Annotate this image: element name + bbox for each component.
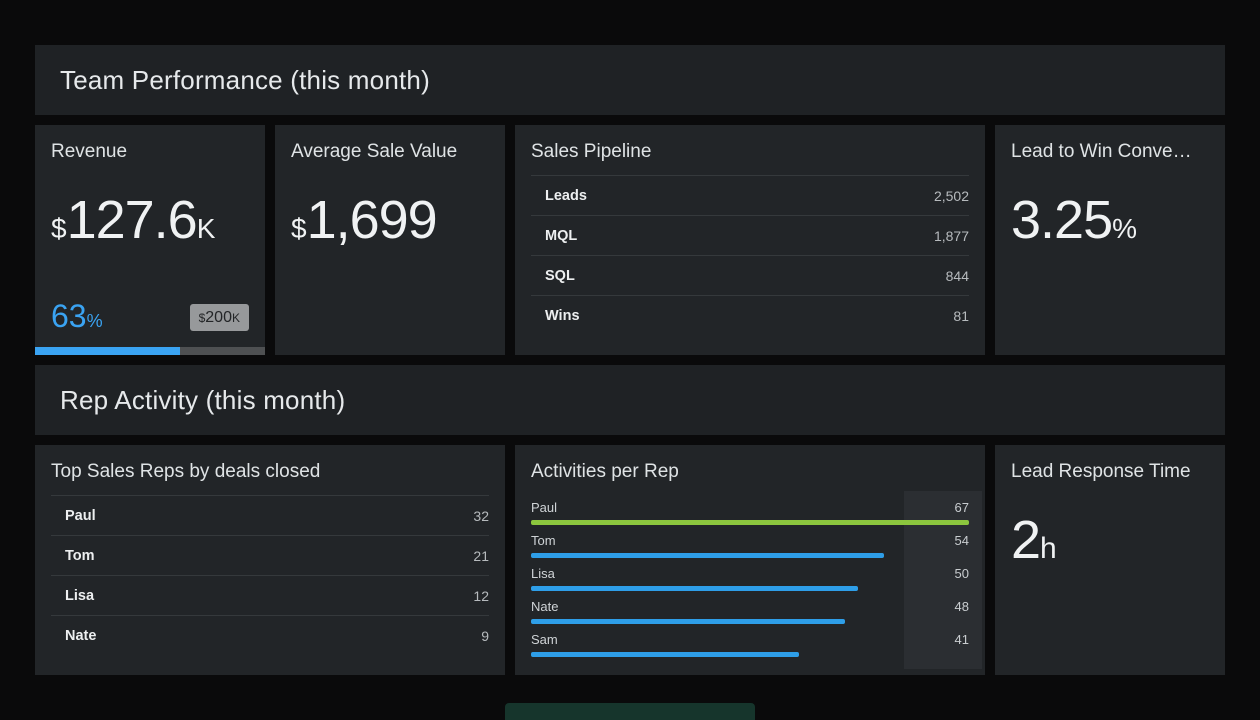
activity-rep-label: Sam — [531, 632, 558, 647]
card-average-sale-value: Average Sale Value $1,699 — [275, 125, 505, 355]
rep-name: Paul — [65, 508, 96, 524]
activity-row-paul: Paul 67 — [531, 500, 969, 525]
card-lead-response-time: Lead Response Time 2h — [995, 445, 1225, 675]
pipeline-stage-label: Leads — [545, 188, 587, 204]
lead-to-win-card-title: Lead to Win Conve… — [1011, 141, 1209, 163]
average-sale-card-title: Average Sale Value — [291, 141, 489, 163]
activity-row-head: Tom 54 — [531, 533, 969, 548]
rep-deals-value: 9 — [481, 628, 489, 644]
sales-pipeline-card-title: Sales Pipeline — [531, 141, 969, 163]
revenue-value: 127.6 — [67, 190, 197, 250]
revenue-suffix: K — [197, 213, 216, 244]
card-top-sales-reps: Top Sales Reps by deals closed Paul 32 T… — [35, 445, 505, 675]
activity-rep-value: 50 — [955, 566, 969, 581]
activity-rep-label: Tom — [531, 533, 556, 548]
average-sale-big-number: $1,699 — [291, 189, 489, 251]
pipeline-stage-label: SQL — [545, 268, 575, 284]
section-title-rep-activity: Rep Activity (this month) — [60, 385, 345, 416]
pipeline-row-mql: MQL 1,877 — [531, 216, 969, 256]
activity-rep-label: Paul — [531, 500, 557, 515]
rep-name: Lisa — [65, 588, 94, 604]
top-reps-card-title: Top Sales Reps by deals closed — [51, 461, 489, 483]
revenue-card-title: Revenue — [51, 141, 249, 163]
top-reps-list: Paul 32 Tom 21 Lisa 12 Nate 9 — [51, 495, 489, 656]
pipeline-stage-value: 844 — [946, 268, 969, 284]
activity-row-lisa: Lisa 50 — [531, 566, 969, 591]
goal-suffix: K — [232, 311, 240, 325]
pipeline-row-wins: Wins 81 — [531, 296, 969, 336]
goal-value: 200 — [205, 309, 232, 326]
revenue-big-number: $127.6K — [51, 189, 249, 251]
activity-row-head: Sam 41 — [531, 632, 969, 647]
average-sale-value: 1,699 — [307, 190, 437, 250]
lead-to-win-suffix: % — [1112, 213, 1137, 244]
dashboard: Team Performance (this month) Revenue $1… — [35, 45, 1225, 685]
activity-rep-value: 67 — [955, 500, 969, 515]
rep-deals-value: 21 — [473, 548, 489, 564]
rep-name: Nate — [65, 628, 96, 644]
lead-response-card-title: Lead Response Time — [1011, 461, 1209, 483]
activity-rep-label: Nate — [531, 599, 558, 614]
revenue-percent-value: 63 — [51, 298, 87, 334]
rep-activity-row: Top Sales Reps by deals closed Paul 32 T… — [35, 445, 1225, 675]
activity-bar — [531, 652, 799, 657]
lead-response-unit: h — [1040, 532, 1057, 565]
activity-rep-value: 48 — [955, 599, 969, 614]
lead-to-win-big-number: 3.25% — [1011, 189, 1209, 251]
activities-card-title: Activities per Rep — [531, 461, 969, 483]
activity-rep-label: Lisa — [531, 566, 555, 581]
rep-deals-value: 12 — [473, 588, 489, 604]
activity-row-head: Lisa 50 — [531, 566, 969, 581]
revenue-goal-percent: 63% — [51, 298, 103, 335]
revenue-currency-symbol: $ — [51, 213, 67, 244]
activity-row-nate: Nate 48 — [531, 599, 969, 624]
activity-bar — [531, 586, 858, 591]
rep-row-nate: Nate 9 — [51, 616, 489, 656]
lead-to-win-value: 3.25 — [1011, 190, 1112, 250]
card-sales-pipeline: Sales Pipeline Leads 2,502 MQL 1,877 SQL… — [515, 125, 985, 355]
card-lead-to-win-conversion: Lead to Win Conve… 3.25% — [995, 125, 1225, 355]
revenue-progress-fill — [35, 347, 180, 355]
rep-name: Tom — [65, 548, 95, 564]
lead-response-value: 2 — [1011, 510, 1040, 570]
rep-row-tom: Tom 21 — [51, 536, 489, 576]
revenue-percent-sign: % — [87, 311, 103, 331]
card-revenue: Revenue $127.6K 63% $200K — [35, 125, 265, 355]
activity-row-sam: Sam 41 — [531, 632, 969, 657]
pipeline-stage-label: Wins — [545, 308, 580, 324]
pipeline-row-leads: Leads 2,502 — [531, 176, 969, 216]
activity-bar — [531, 553, 884, 558]
rep-row-paul: Paul 32 — [51, 496, 489, 536]
team-performance-row: Revenue $127.6K 63% $200K Average Sale V… — [35, 125, 1225, 355]
revenue-progress-track — [35, 347, 265, 355]
revenue-footer: 63% $200K — [51, 298, 249, 335]
activity-rep-value: 54 — [955, 533, 969, 548]
activity-bar — [531, 619, 845, 624]
pipeline-stage-value: 81 — [953, 308, 969, 324]
section-title-team-performance: Team Performance (this month) — [60, 65, 430, 96]
bottom-toolbar-peek[interactable] — [505, 703, 755, 720]
pipeline-stage-label: MQL — [545, 228, 577, 244]
pipeline-stage-value: 2,502 — [934, 188, 969, 204]
revenue-goal-badge: $200K — [190, 304, 249, 331]
sales-pipeline-list: Leads 2,502 MQL 1,877 SQL 844 Wins 81 — [531, 175, 969, 336]
rep-row-lisa: Lisa 12 — [51, 576, 489, 616]
activity-rep-value: 41 — [955, 632, 969, 647]
lead-response-big-number: 2h — [1011, 509, 1209, 571]
pipeline-row-sql: SQL 844 — [531, 256, 969, 296]
pipeline-stage-value: 1,877 — [934, 228, 969, 244]
average-sale-currency-symbol: $ — [291, 213, 307, 244]
activity-row-head: Paul 67 — [531, 500, 969, 515]
activity-row-head: Nate 48 — [531, 599, 969, 614]
activities-bar-chart: Paul 67 Tom 54 Lisa 50 — [531, 500, 969, 657]
rep-deals-value: 32 — [473, 508, 489, 524]
activity-bar — [531, 520, 969, 525]
activity-row-tom: Tom 54 — [531, 533, 969, 558]
section-header-team-performance: Team Performance (this month) — [35, 45, 1225, 115]
card-activities-per-rep: Activities per Rep Paul 67 Tom 54 — [515, 445, 985, 675]
section-header-rep-activity: Rep Activity (this month) — [35, 365, 1225, 435]
